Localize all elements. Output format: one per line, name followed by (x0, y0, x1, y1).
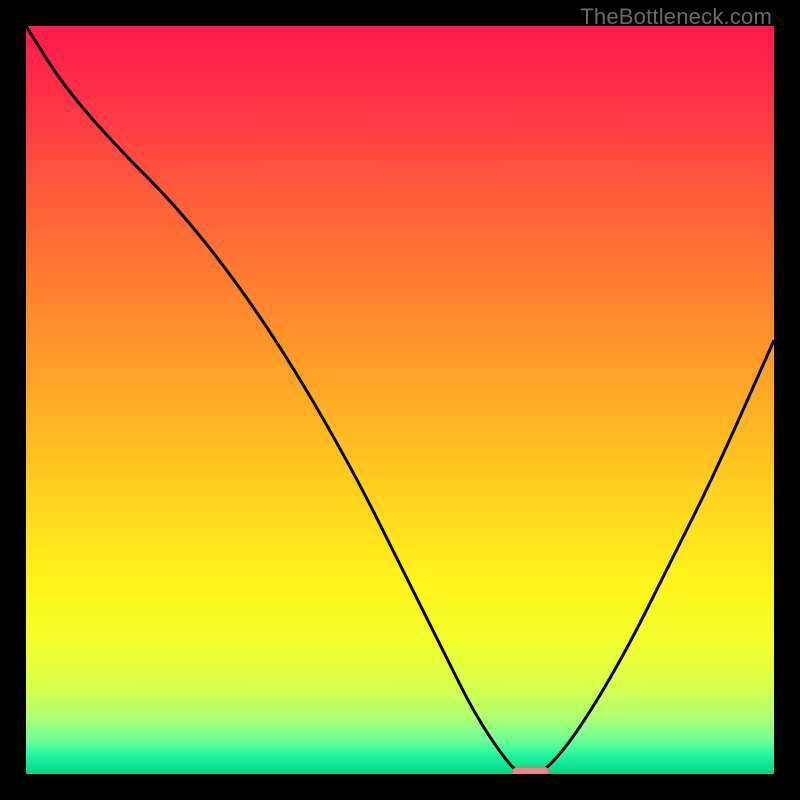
chart-frame: TheBottleneck.com (0, 0, 800, 800)
curve-layer (26, 26, 774, 774)
plot-area (26, 26, 774, 774)
optimum-marker (512, 767, 549, 774)
bottleneck-curve (26, 26, 774, 774)
